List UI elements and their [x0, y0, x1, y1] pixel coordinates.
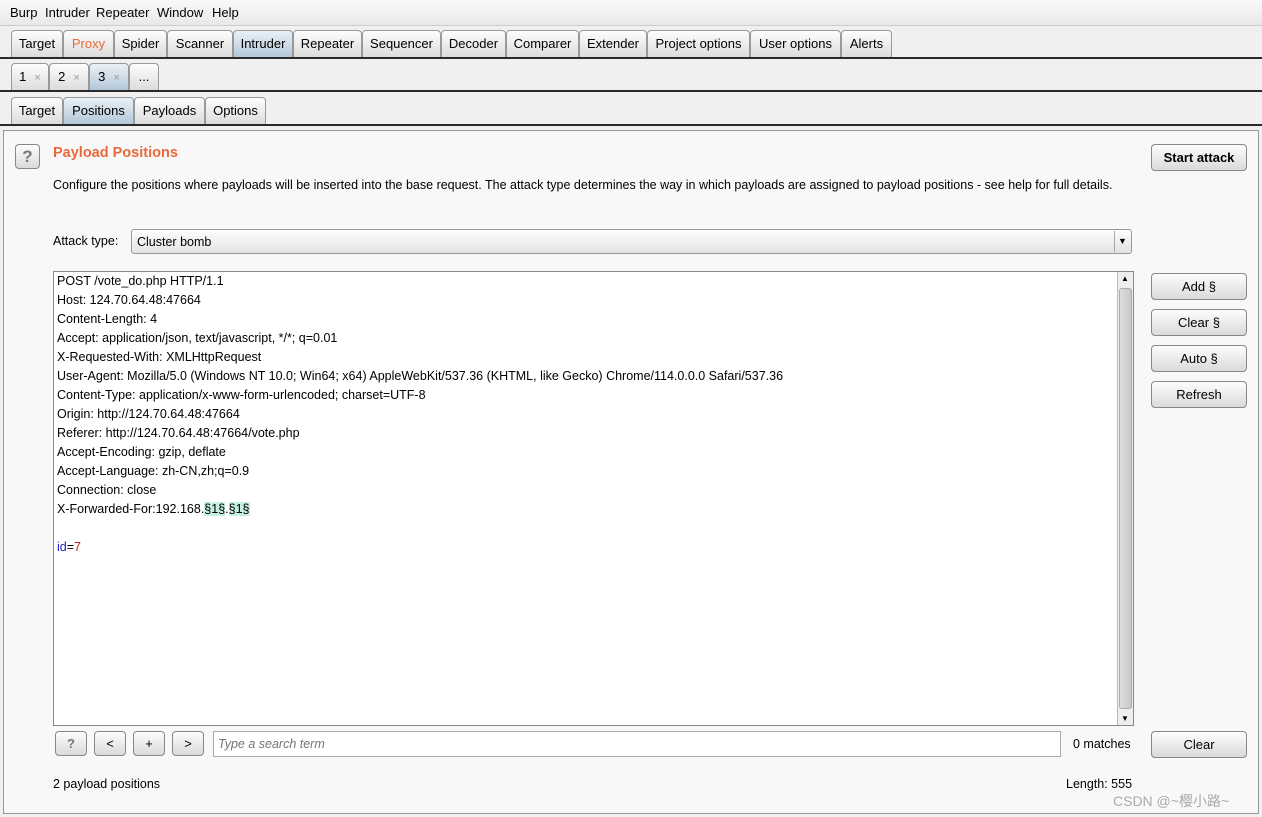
search-input[interactable] [213, 731, 1061, 757]
payload-marker-2: §1§ [228, 502, 250, 516]
request-line: Content-Type: application/x-www-form-url… [57, 388, 426, 402]
auto-marker-button[interactable]: Auto § [1151, 345, 1247, 372]
xff-line: X-Forwarded-For:192.168.§1§.§1§ [54, 500, 1133, 519]
tab-label: 2 [58, 69, 66, 84]
tab-target[interactable]: Target [11, 30, 63, 57]
scrollbar-thumb[interactable] [1119, 288, 1132, 709]
param-value: 7 [74, 540, 81, 554]
request-line: User-Agent: Mozilla/5.0 (Windows NT 10.0… [57, 369, 784, 383]
payload-positions-count: 2 payload positions [53, 777, 161, 791]
main-tabs: Target Proxy Spider Scanner Intruder Rep… [0, 29, 1262, 59]
section-title: Payload Positions [53, 145, 178, 161]
tab-alerts[interactable]: Alerts [841, 30, 892, 57]
tab-sequencer[interactable]: Sequencer [362, 30, 441, 57]
request-lines: POST /vote_do.php HTTP/1.1 Host: 124.70.6… [54, 272, 1133, 500]
tab-extender[interactable]: Extender [579, 30, 647, 57]
add-marker-button[interactable]: Add § [1151, 273, 1247, 300]
request-line: Origin: http://124.70.64.48:47664 [57, 407, 240, 421]
menu-bar: Burp Intruder Repeater Window Help [0, 0, 1262, 26]
request-line: Accept-Language: zh-CN,zh;q=0.9 [57, 464, 250, 478]
match-count: 0 matches [1073, 737, 1131, 751]
search-add-button[interactable]: + [133, 731, 165, 756]
body-line: id=7 [54, 538, 1133, 557]
subtab-positions[interactable]: Positions [63, 97, 134, 124]
tab-repeater[interactable]: Repeater [293, 30, 362, 57]
subtab-options[interactable]: Options [205, 97, 266, 124]
xff-text: X-Forwarded-For:192.168. [57, 502, 205, 516]
request-line: Accept-Encoding: gzip, deflate [57, 445, 226, 459]
tab-label: 1 [19, 69, 27, 84]
refresh-button[interactable]: Refresh [1151, 381, 1247, 408]
request-line: Referer: http://124.70.64.48:47664/vote.… [57, 426, 300, 440]
tab-spider[interactable]: Spider [114, 30, 167, 57]
scroll-up-icon[interactable]: ▲ [1121, 274, 1129, 283]
request-line: Host: 124.70.64.48:47664 [57, 293, 201, 307]
watermark: CSDN @~樱小路~ [1113, 793, 1230, 809]
close-icon[interactable]: × [73, 72, 79, 84]
attack-type-label: Attack type: [53, 234, 119, 248]
tab-user-options[interactable]: User options [750, 30, 841, 57]
request-length: Length: 555 [1066, 777, 1133, 791]
request-line: Content-Length: 4 [57, 312, 158, 326]
close-icon[interactable]: × [113, 72, 119, 84]
attack-tab-3[interactable]: 3 × [89, 63, 129, 90]
attack-type-value: Cluster bomb [137, 235, 212, 249]
new-tab-button[interactable]: ... [129, 63, 159, 90]
request-line: X-Requested-With: XMLHttpRequest [57, 350, 262, 364]
chevron-down-icon: ▼ [1114, 231, 1130, 252]
help-button[interactable]: ? [15, 144, 40, 169]
section-description: Configure the positions where payloads w… [53, 178, 1113, 192]
subtab-target[interactable]: Target [11, 97, 63, 124]
request-line: POST /vote_do.php HTTP/1.1 [57, 274, 224, 288]
search-prev-button[interactable]: < [94, 731, 126, 756]
menu-help[interactable]: Help [212, 5, 239, 20]
attack-tabs: 1 × 2 × 3 × ... [0, 62, 1262, 92]
attack-tab-2[interactable]: 2 × [49, 63, 89, 90]
payload-marker-1: §1§ [204, 502, 226, 516]
menu-intruder[interactable]: Intruder [45, 5, 90, 20]
menu-window[interactable]: Window [157, 5, 203, 20]
request-line: Accept: application/json, text/javascrip… [57, 331, 338, 345]
scroll-down-icon[interactable]: ▼ [1121, 714, 1129, 723]
tab-decoder[interactable]: Decoder [441, 30, 506, 57]
search-clear-button[interactable]: Clear [1151, 731, 1247, 758]
tab-scanner[interactable]: Scanner [167, 30, 233, 57]
param-eq: = [66, 540, 75, 554]
attack-type-select[interactable]: Cluster bomb ▼ [131, 229, 1132, 254]
subtab-payloads[interactable]: Payloads [134, 97, 205, 124]
tab-label: 3 [98, 69, 106, 84]
search-next-button[interactable]: > [172, 731, 204, 756]
start-attack-button[interactable]: Start attack [1151, 144, 1247, 171]
close-icon[interactable]: × [34, 72, 40, 84]
tab-project-options[interactable]: Project options [647, 30, 750, 57]
sub-tabs: Target Positions Payloads Options [0, 96, 1262, 126]
clear-markers-button[interactable]: Clear § [1151, 309, 1247, 336]
request-line: Connection: close [57, 483, 157, 497]
param-name: id [57, 540, 67, 554]
menu-burp[interactable]: Burp [10, 5, 37, 20]
search-help-button[interactable]: ? [55, 731, 87, 756]
request-editor[interactable]: POST /vote_do.php HTTP/1.1 Host: 124.70.6… [53, 271, 1134, 726]
menu-repeater[interactable]: Repeater [96, 5, 149, 20]
editor-scrollbar[interactable]: ▲ ▼ [1117, 272, 1133, 725]
tab-comparer[interactable]: Comparer [506, 30, 579, 57]
attack-tab-1[interactable]: 1 × [11, 63, 49, 90]
tab-proxy[interactable]: Proxy [63, 30, 114, 57]
tab-intruder[interactable]: Intruder [233, 30, 293, 57]
